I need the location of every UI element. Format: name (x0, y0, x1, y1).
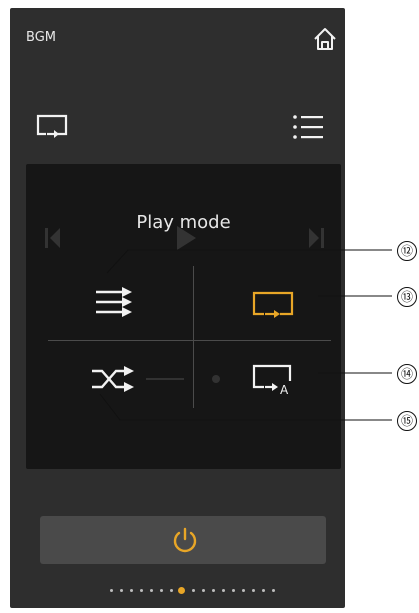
page-dot[interactable] (120, 589, 123, 592)
progress-knob (212, 375, 220, 383)
sequential-icon (96, 287, 132, 317)
callout-15: ⑮ (397, 411, 417, 431)
page-dot-active[interactable] (178, 587, 185, 594)
repeat-all-badge: A (280, 383, 289, 397)
device-screen: BGM Play mode A (10, 8, 345, 608)
grid-divider-horizontal (48, 340, 331, 341)
callout-12: ⑫ (397, 241, 417, 261)
shuffle-mode-button[interactable] (90, 363, 138, 395)
play-mode-panel: Play mode A (26, 164, 341, 469)
page-dot[interactable] (150, 589, 153, 592)
power-slider[interactable] (40, 516, 326, 564)
page-dot[interactable] (160, 589, 163, 592)
page-dot[interactable] (140, 589, 143, 592)
shuffle-icon (92, 366, 134, 392)
page-dot[interactable] (130, 589, 133, 592)
page-dot[interactable] (110, 589, 113, 592)
page-dot[interactable] (272, 589, 275, 592)
page-dot[interactable] (232, 589, 235, 592)
grid-divider-vertical (193, 266, 194, 408)
repeat-all-mode-button[interactable]: A (252, 363, 296, 397)
repeat-single-icon (252, 291, 294, 318)
page-dot[interactable] (212, 589, 215, 592)
page-dot[interactable] (262, 589, 265, 592)
page-dot[interactable] (252, 589, 255, 592)
sequential-mode-button[interactable] (94, 286, 136, 318)
page-dot[interactable] (170, 589, 173, 592)
repeat-single-mode-button[interactable] (252, 290, 294, 320)
page-title: BGM (26, 30, 56, 45)
callout-14: ⑭ (397, 364, 417, 384)
page-dot[interactable] (202, 589, 205, 592)
play-mode-title: Play mode (136, 212, 231, 233)
callout-13: ⑬ (397, 287, 417, 307)
home-icon[interactable] (312, 26, 338, 52)
repeat-icon[interactable] (36, 112, 68, 140)
page-dot[interactable] (222, 589, 225, 592)
page-dot[interactable] (242, 589, 245, 592)
power-icon (173, 527, 197, 553)
progress-track (146, 378, 184, 380)
page-dot[interactable] (192, 589, 195, 592)
repeat-all-icon: A (252, 364, 292, 397)
page-indicator[interactable] (110, 586, 280, 596)
playlist-icon[interactable] (291, 112, 325, 142)
